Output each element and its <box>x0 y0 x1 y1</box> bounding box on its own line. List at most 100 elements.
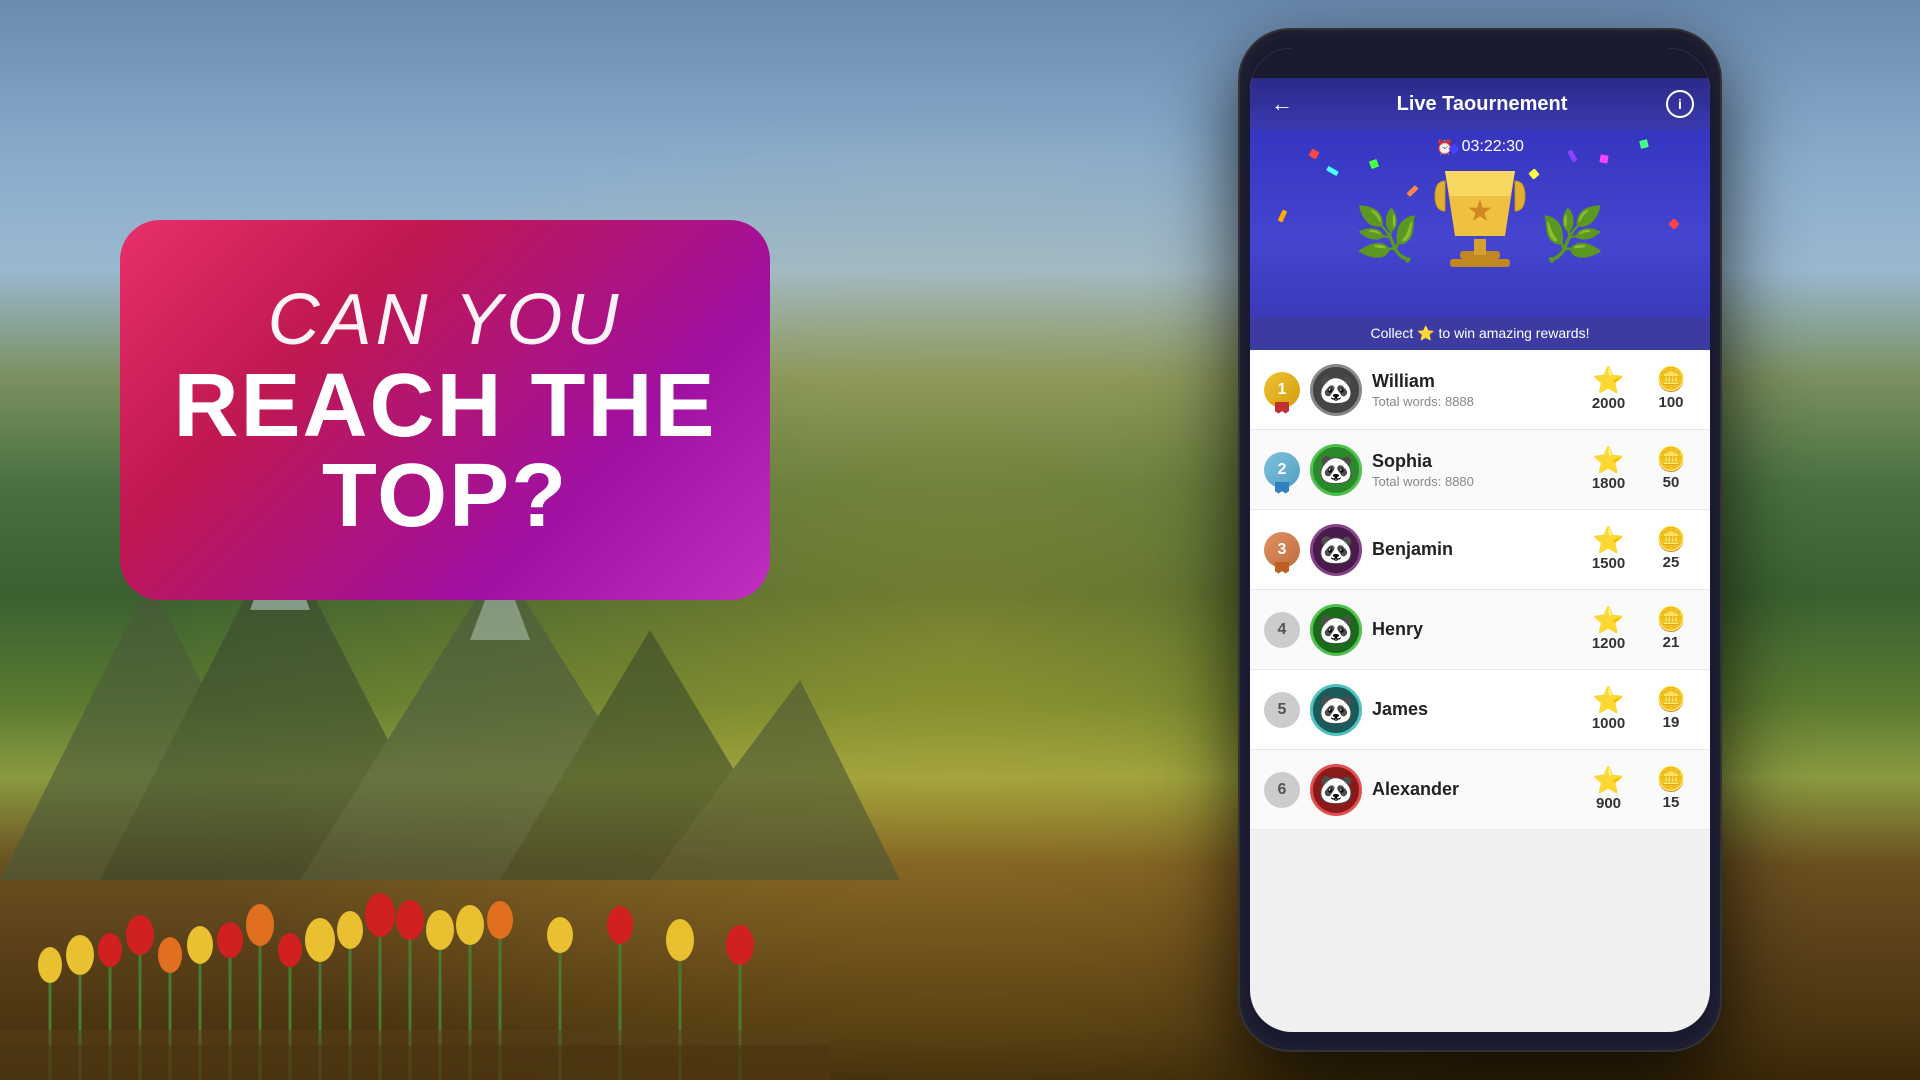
notch <box>1430 54 1530 72</box>
coins-area-benjamin: 🪙 25 <box>1646 528 1696 571</box>
timer-display: ⏰ 03:22:30 <box>1436 138 1524 156</box>
promo-panel: CAN YOU REACH THE TOP? <box>120 220 770 600</box>
ribbon-3 <box>1275 562 1289 574</box>
rank-number: 1 <box>1278 381 1287 399</box>
leaderboard-row: 6 🐼 Alexander ⭐ 900 🪙 15 <box>1250 750 1710 830</box>
score-area-benjamin: ⭐ 1500 <box>1581 527 1636 572</box>
collect-text: Collect ⭐ to win amazing rewards! <box>1371 325 1590 341</box>
coins-value: 15 <box>1663 794 1680 811</box>
player-info-william: William Total words: 8888 <box>1372 371 1571 409</box>
ribbon-1 <box>1275 402 1289 414</box>
avatar-james: 🐼 <box>1310 684 1362 736</box>
star-icon: ⭐ <box>1592 367 1624 393</box>
coins-icon: 🪙 <box>1656 688 1686 712</box>
coins-icon: 🪙 <box>1656 368 1686 392</box>
avatar-benjamin: 🐼 <box>1310 524 1362 576</box>
coins-area-alexander: 🪙 15 <box>1646 768 1696 811</box>
rank-badge-1: 1 <box>1264 372 1300 408</box>
score-value: 1000 <box>1592 715 1625 732</box>
info-icon: i <box>1678 96 1682 112</box>
player-info-sophia: Sophia Total words: 8880 <box>1372 451 1571 489</box>
avatar-sophia: 🐼 <box>1310 444 1362 496</box>
back-button[interactable]: ← <box>1266 88 1298 120</box>
star-icon: ⭐ <box>1592 767 1624 793</box>
player-name: Benjamin <box>1372 539 1571 560</box>
score-area-henry: ⭐ 1200 <box>1581 607 1636 652</box>
coins-value: 50 <box>1663 474 1680 491</box>
score-area-alexander: ⭐ 900 <box>1581 767 1636 812</box>
coins-icon: 🪙 <box>1656 608 1686 632</box>
back-arrow-icon: ← <box>1271 91 1293 117</box>
laurel-left-icon: 🌿 <box>1355 209 1420 261</box>
timer-icon: ⏰ <box>1436 139 1453 156</box>
coins-icon: 🪙 <box>1656 448 1686 472</box>
player-name: William <box>1372 371 1571 392</box>
player-info-benjamin: Benjamin <box>1372 539 1571 560</box>
coins-area-sophia: 🪙 50 <box>1646 448 1696 491</box>
leaderboard-row: 3 🐼 Benjamin ⭐ 1500 🪙 25 <box>1250 510 1710 590</box>
player-name: Henry <box>1372 619 1571 640</box>
rank-badge-4: 4 <box>1264 612 1300 648</box>
score-area-james: ⭐ 1000 <box>1581 687 1636 732</box>
player-name: James <box>1372 699 1571 720</box>
laurel-right-icon: 🌿 <box>1540 209 1605 261</box>
info-button[interactable]: i <box>1666 90 1694 118</box>
app-header: ← Live Taournement i <box>1250 78 1710 130</box>
ribbon-2 <box>1275 482 1289 494</box>
player-name: Alexander <box>1372 779 1571 800</box>
phone-screen: ← Live Taournement i <box>1250 48 1710 1032</box>
coins-icon: 🪙 <box>1656 768 1686 792</box>
app-title: Live Taournement <box>1298 93 1666 116</box>
player-info-henry: Henry <box>1372 619 1571 640</box>
promo-line1: CAN YOU <box>268 279 623 361</box>
star-icon: ⭐ <box>1592 527 1624 553</box>
trophy-area: 🌿 ★ 🌿 <box>1355 161 1605 271</box>
status-bar <box>1250 48 1710 78</box>
rank-number: 4 <box>1278 621 1287 639</box>
avatar-william: 🐼 <box>1310 364 1362 416</box>
phone-mockup: ← Live Taournement i <box>1240 30 1720 1050</box>
rank-badge-6: 6 <box>1264 772 1300 808</box>
collect-bar: Collect ⭐ to win amazing rewards! <box>1250 317 1710 350</box>
rank-badge-5: 5 <box>1264 692 1300 728</box>
leaderboard[interactable]: 1 🐼 William Total words: 8888 ⭐ 2000 🪙 1… <box>1250 350 1710 830</box>
avatar-alexander: 🐼 <box>1310 764 1362 816</box>
leaderboard-row: 4 🐼 Henry ⭐ 1200 🪙 21 <box>1250 590 1710 670</box>
leaderboard-row: 2 🐼 Sophia Total words: 8880 ⭐ 1800 🪙 50 <box>1250 430 1710 510</box>
leaderboard-row: 1 🐼 William Total words: 8888 ⭐ 2000 🪙 1… <box>1250 350 1710 430</box>
player-info-james: James <box>1372 699 1571 720</box>
player-name: Sophia <box>1372 451 1571 472</box>
avatar-henry: 🐼 <box>1310 604 1362 656</box>
score-value: 1200 <box>1592 635 1625 652</box>
score-area-william: ⭐ 2000 <box>1581 367 1636 412</box>
rank-number: 2 <box>1278 461 1287 479</box>
star-icon: ⭐ <box>1592 447 1624 473</box>
svg-text:★: ★ <box>1467 195 1494 228</box>
star-icon: ⭐ <box>1592 687 1624 713</box>
rank-number: 3 <box>1278 541 1287 559</box>
rank-badge-3: 3 <box>1264 532 1300 568</box>
rank-number: 6 <box>1278 781 1287 799</box>
leaderboard-row: 5 🐼 James ⭐ 1000 🪙 19 <box>1250 670 1710 750</box>
tulips-svg <box>0 760 830 1080</box>
rank-number: 5 <box>1278 701 1287 719</box>
trophy-icon: ★ <box>1430 161 1530 271</box>
rank-badge-2: 2 <box>1264 452 1300 488</box>
player-info-alexander: Alexander <box>1372 779 1571 800</box>
coins-value: 21 <box>1663 634 1680 651</box>
coins-value: 25 <box>1663 554 1680 571</box>
coins-icon: 🪙 <box>1656 528 1686 552</box>
coins-area-henry: 🪙 21 <box>1646 608 1696 651</box>
score-area-sophia: ⭐ 1800 <box>1581 447 1636 492</box>
player-words: Total words: 8888 <box>1372 394 1571 409</box>
score-value: 1800 <box>1592 475 1625 492</box>
promo-line3: TOP? <box>322 451 568 541</box>
score-value: 2000 <box>1592 395 1625 412</box>
star-icon: ⭐ <box>1592 607 1624 633</box>
promo-line2: REACH THE <box>173 361 716 451</box>
coins-value: 100 <box>1658 394 1683 411</box>
trophy-banner: ⏰ 03:22:30 🌿 <box>1250 130 1710 350</box>
coins-area-james: 🪙 19 <box>1646 688 1696 731</box>
timer-value: 03:22:30 <box>1462 138 1524 156</box>
coins-value: 19 <box>1663 714 1680 731</box>
